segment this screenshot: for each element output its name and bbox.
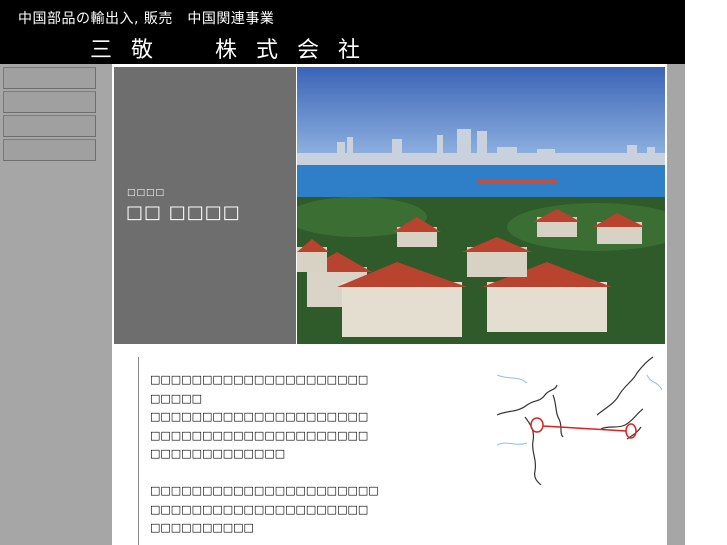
paragraph-line: □□□□□□□□□□□□□□□□□□□□□ [150,428,369,442]
sidebar-nav-button-4[interactable] [3,139,96,161]
paragraph-line: □□□□□□□□□□□□□□□□□□□□□□ [150,484,379,497]
right-border-strip [667,64,685,545]
paragraph-line: □□□□□ [150,391,202,405]
sidebar-nav-button-3[interactable] [3,115,96,137]
body-text: □□□□□□□□□□□□□□□□□□□□□ □□□□□ □□□□□□□□□□□□… [150,371,490,538]
paragraph-line: □□□□□□□□□□□□□□□□□□□□□ [150,373,369,386]
banner-ruby-text: □□□□ [127,188,166,198]
company-name: 三 敬 株 式 会 社 [90,38,366,63]
paragraph-line: □□□□□□□□□□□□□ [150,447,286,460]
sidebar-nav [0,64,112,545]
site-header: 中国部品の輸出入, 販売 中国関連事業 三 敬 株 式 会 社 [0,0,685,64]
paragraph-line: □□□□□□□□□□ [150,521,254,534]
route-map [497,355,665,485]
banner-title: □□ □□□□ [126,202,241,223]
header-tagline: 中国部品の輸出入, 販売 中国関連事業 [18,11,275,27]
paragraph-line: □□□□□□□□□□□□□□□□□□□□□ [150,502,369,516]
content-divider [138,357,139,545]
city-photo [297,67,665,344]
sidebar-nav-button-2[interactable] [3,91,96,113]
paragraph-line: □□□□□□□□□□□□□□□□□□□□□ [150,410,369,423]
sidebar-nav-button-1[interactable] [3,67,96,89]
banner-panel: □□□□ □□ □□□□ [114,67,296,344]
